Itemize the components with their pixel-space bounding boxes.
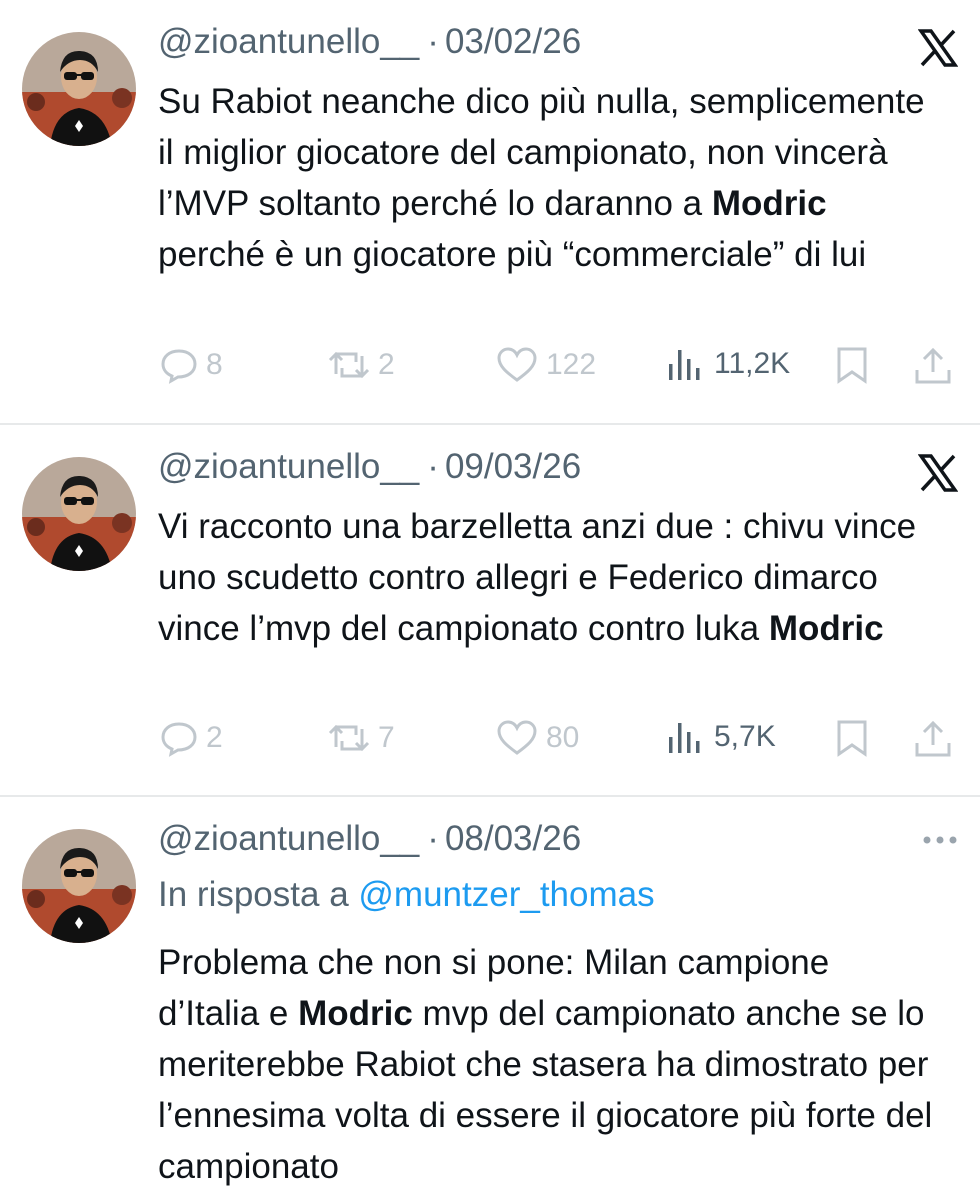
avatar[interactable] (22, 32, 136, 146)
user-handle[interactable]: @zioantunello__ (158, 819, 419, 858)
share-button[interactable] (914, 719, 952, 759)
avatar[interactable] (22, 457, 136, 571)
views-button[interactable]: 11,2K (666, 346, 790, 382)
bookmark-button[interactable] (834, 719, 870, 757)
retweet-icon (328, 351, 370, 379)
tweet-date[interactable]: 09/03/26 (445, 447, 581, 486)
retweet-count: 7 (378, 721, 395, 754)
share-icon (915, 720, 951, 757)
tweet-header: @zioantunello__ · 08/03/26 (158, 819, 581, 859)
heart-icon (497, 347, 537, 382)
views-count: 11,2K (714, 347, 791, 380)
tweet[interactable]: @zioantunello__ · 08/03/26 In risposta a @… (0, 797, 980, 1199)
reply-context: In risposta a @muntzer_thomas (158, 875, 655, 915)
views-chart-icon (669, 350, 700, 380)
x-logo-icon (917, 28, 959, 73)
views-count: 5,7K (714, 720, 776, 753)
x-logo-icon (917, 453, 959, 498)
tweet-header: @zioantunello__ · 09/03/26 (158, 447, 581, 487)
bold-mention: Modric (298, 994, 413, 1033)
user-handle[interactable]: @zioantunello__ (158, 22, 419, 61)
views-button[interactable]: 5,7K (666, 719, 776, 755)
tweet-date[interactable]: 08/03/26 (445, 819, 581, 858)
reply-prefix: In risposta a (158, 875, 349, 914)
reply-mention-link[interactable]: @muntzer_thomas (358, 875, 654, 914)
heart-icon (497, 720, 537, 755)
like-button[interactable]: 122 (496, 346, 596, 384)
tweet-header: @zioantunello__ · 03/02/26 (158, 22, 581, 62)
reply-icon (161, 722, 197, 757)
more-dots-icon[interactable] (922, 833, 958, 851)
reply-icon (161, 349, 197, 384)
bold-mention: Modric (711, 184, 827, 223)
share-icon (915, 347, 951, 384)
bookmark-icon (837, 347, 867, 384)
reply-count: 2 (206, 721, 223, 754)
tweet-date[interactable]: 03/02/26 (445, 22, 581, 61)
avatar-photo (22, 829, 136, 943)
like-count: 80 (546, 721, 580, 754)
user-handle[interactable]: @zioantunello__ (158, 447, 419, 486)
bookmark-button[interactable] (834, 346, 870, 384)
retweet-icon (328, 724, 370, 752)
retweet-count: 2 (378, 348, 395, 381)
bold-mention: Modric (768, 609, 884, 648)
avatar-photo (22, 32, 136, 146)
like-count: 122 (546, 348, 597, 381)
tweet-text: Su Rabiot neanche dico più nulla, sempli… (158, 76, 940, 280)
views-chart-icon (669, 723, 700, 753)
tweet-text: Problema che non si pone: Milan campione… (158, 937, 940, 1192)
reply-button[interactable]: 2 (160, 719, 223, 757)
reply-button[interactable]: 8 (160, 346, 223, 384)
header-separator: · (427, 447, 439, 486)
header-separator: · (427, 22, 439, 61)
text-segment: perché è un giocatore più “commerciale” … (158, 235, 867, 274)
retweet-button[interactable]: 2 (328, 346, 395, 384)
tweet[interactable]: @zioantunello__ · 09/03/26 Vi racconto una… (0, 425, 980, 797)
tweet[interactable]: @zioantunello__ · 03/02/26 Su Rabiot neanc… (0, 0, 980, 425)
tweet-text: Vi racconto una barzelletta anzi due : c… (158, 501, 940, 654)
reply-count: 8 (206, 348, 223, 381)
retweet-button[interactable]: 7 (328, 719, 395, 757)
bookmark-icon (837, 720, 867, 757)
tweet-actions: 2 7 80 5,7K (0, 719, 980, 763)
header-separator: · (427, 819, 439, 858)
tweet-actions: 8 2 122 11,2K (0, 346, 980, 390)
share-button[interactable] (914, 346, 952, 386)
avatar-photo (22, 457, 136, 571)
avatar[interactable] (22, 829, 136, 943)
like-button[interactable]: 80 (496, 719, 579, 757)
